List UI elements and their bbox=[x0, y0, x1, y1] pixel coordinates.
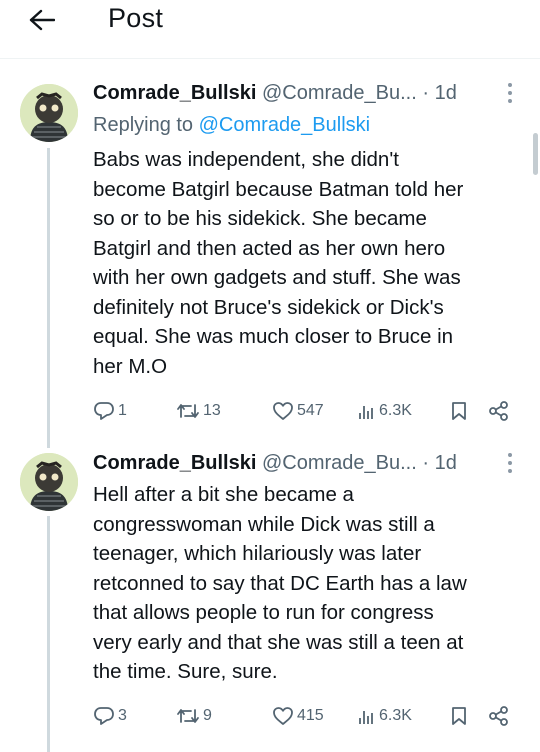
author-handle[interactable]: @Comrade_Bu... bbox=[262, 452, 417, 474]
analytics-icon bbox=[358, 402, 376, 420]
tweet-text-line: congresswoman while Dick was still a bbox=[93, 512, 435, 536]
views-count: 6.3K bbox=[379, 402, 412, 419]
like-button[interactable]: 547 bbox=[272, 398, 324, 424]
tweet-header: Comrade_Bullski @Comrade_Bu... · 1d bbox=[93, 80, 457, 106]
tweet-text-line: that allows people to run for congress bbox=[93, 601, 434, 624]
heart-icon bbox=[272, 401, 294, 421]
share-icon bbox=[488, 706, 510, 726]
tweet-text-line: equal. She was much closer to Bruce in bbox=[93, 325, 454, 348]
tweet-actions: 1 13 547 6.3K bbox=[0, 398, 540, 424]
reply-button[interactable]: 1 bbox=[93, 398, 127, 424]
tweet-text-line: the time. Sure, sure. bbox=[93, 660, 278, 683]
top-bar: Post bbox=[0, 0, 540, 59]
tweet-text-line: with her own gadgets and stuff. She was bbox=[93, 266, 461, 289]
tweet-text-line: Babs was independent, she didn't bbox=[93, 148, 399, 171]
repost-button[interactable]: 9 bbox=[176, 703, 212, 729]
scrollbar[interactable] bbox=[533, 133, 538, 175]
views-count: 6.3K bbox=[379, 707, 412, 724]
tweet-text-line: Batgirl and then acted as her own hero bbox=[93, 236, 446, 260]
replying-to-label: Replying to bbox=[93, 114, 194, 136]
more-vertical-icon bbox=[507, 452, 513, 479]
reply-mention-link[interactable]: @Comrade_Bullski bbox=[199, 114, 370, 136]
reply-count: 1 bbox=[118, 402, 127, 419]
author-name[interactable]: Comrade_Bullski bbox=[93, 452, 256, 474]
tweet-text: Hell after a bit she became a congresswo… bbox=[93, 480, 523, 687]
tweet-text-line: Hell after a bit she became a bbox=[93, 483, 354, 506]
heart-icon bbox=[272, 706, 294, 726]
tweet-text-line: teenager, which hilariously was later bbox=[93, 542, 422, 565]
tweet-actions: 3 9 415 6.3K bbox=[0, 703, 540, 729]
page-title: Post bbox=[108, 3, 164, 33]
reply-icon bbox=[93, 706, 115, 726]
arrow-left-icon bbox=[29, 9, 56, 36]
share-icon bbox=[488, 401, 510, 421]
like-button[interactable]: 415 bbox=[272, 703, 324, 729]
repost-button[interactable]: 13 bbox=[176, 398, 221, 424]
back-button[interactable] bbox=[22, 4, 62, 40]
tweet-text-line: become Batgirl because Batman told her bbox=[93, 177, 464, 201]
tweet-text-line: very early and that she was still a teen… bbox=[93, 630, 464, 654]
share-button[interactable] bbox=[488, 703, 510, 729]
bookmark-button[interactable] bbox=[450, 703, 468, 729]
author-handle[interactable]: @Comrade_Bu... bbox=[262, 82, 417, 104]
analytics-icon bbox=[358, 707, 376, 725]
tweet-text-line: so or to be his sidekick. She became bbox=[93, 207, 427, 230]
share-button[interactable] bbox=[488, 398, 510, 424]
bookmark-icon bbox=[450, 401, 468, 421]
avatar[interactable] bbox=[20, 453, 78, 511]
reply-button[interactable]: 3 bbox=[93, 703, 127, 729]
bookmark-button[interactable] bbox=[450, 398, 468, 424]
tweet-text-line: definitely not Bruce's sidekick or Dick'… bbox=[93, 295, 444, 319]
views-button[interactable]: 6.3K bbox=[358, 398, 412, 424]
tweet-header: Comrade_Bullski @Comrade_Bu... · 1d bbox=[93, 450, 457, 476]
like-count: 415 bbox=[297, 707, 324, 724]
repost-icon bbox=[176, 401, 200, 421]
tweet-text-line: retconned to say that DC Earth has a law bbox=[93, 571, 467, 595]
reply-icon bbox=[93, 401, 115, 421]
more-options-button[interactable] bbox=[496, 82, 524, 108]
separator: · bbox=[422, 452, 430, 474]
repost-icon bbox=[176, 706, 200, 726]
repost-count: 13 bbox=[203, 402, 221, 419]
bookmark-icon bbox=[450, 706, 468, 726]
views-button[interactable]: 6.3K bbox=[358, 703, 412, 729]
avatar[interactable] bbox=[20, 84, 78, 142]
like-count: 547 bbox=[297, 402, 324, 419]
separator: · bbox=[422, 82, 430, 104]
author-name[interactable]: Comrade_Bullski bbox=[93, 82, 256, 104]
repost-count: 9 bbox=[203, 707, 212, 724]
replying-to: Replying to @Comrade_Bullski bbox=[93, 112, 370, 138]
tweet-text: Babs was independent, she didn't become … bbox=[93, 145, 523, 381]
post-time[interactable]: 1d bbox=[435, 82, 457, 104]
more-vertical-icon bbox=[507, 82, 513, 109]
reply-count: 3 bbox=[118, 707, 127, 724]
tweet-text-line: her M.O bbox=[93, 354, 168, 378]
more-options-button[interactable] bbox=[496, 452, 524, 478]
post-time[interactable]: 1d bbox=[435, 452, 457, 474]
